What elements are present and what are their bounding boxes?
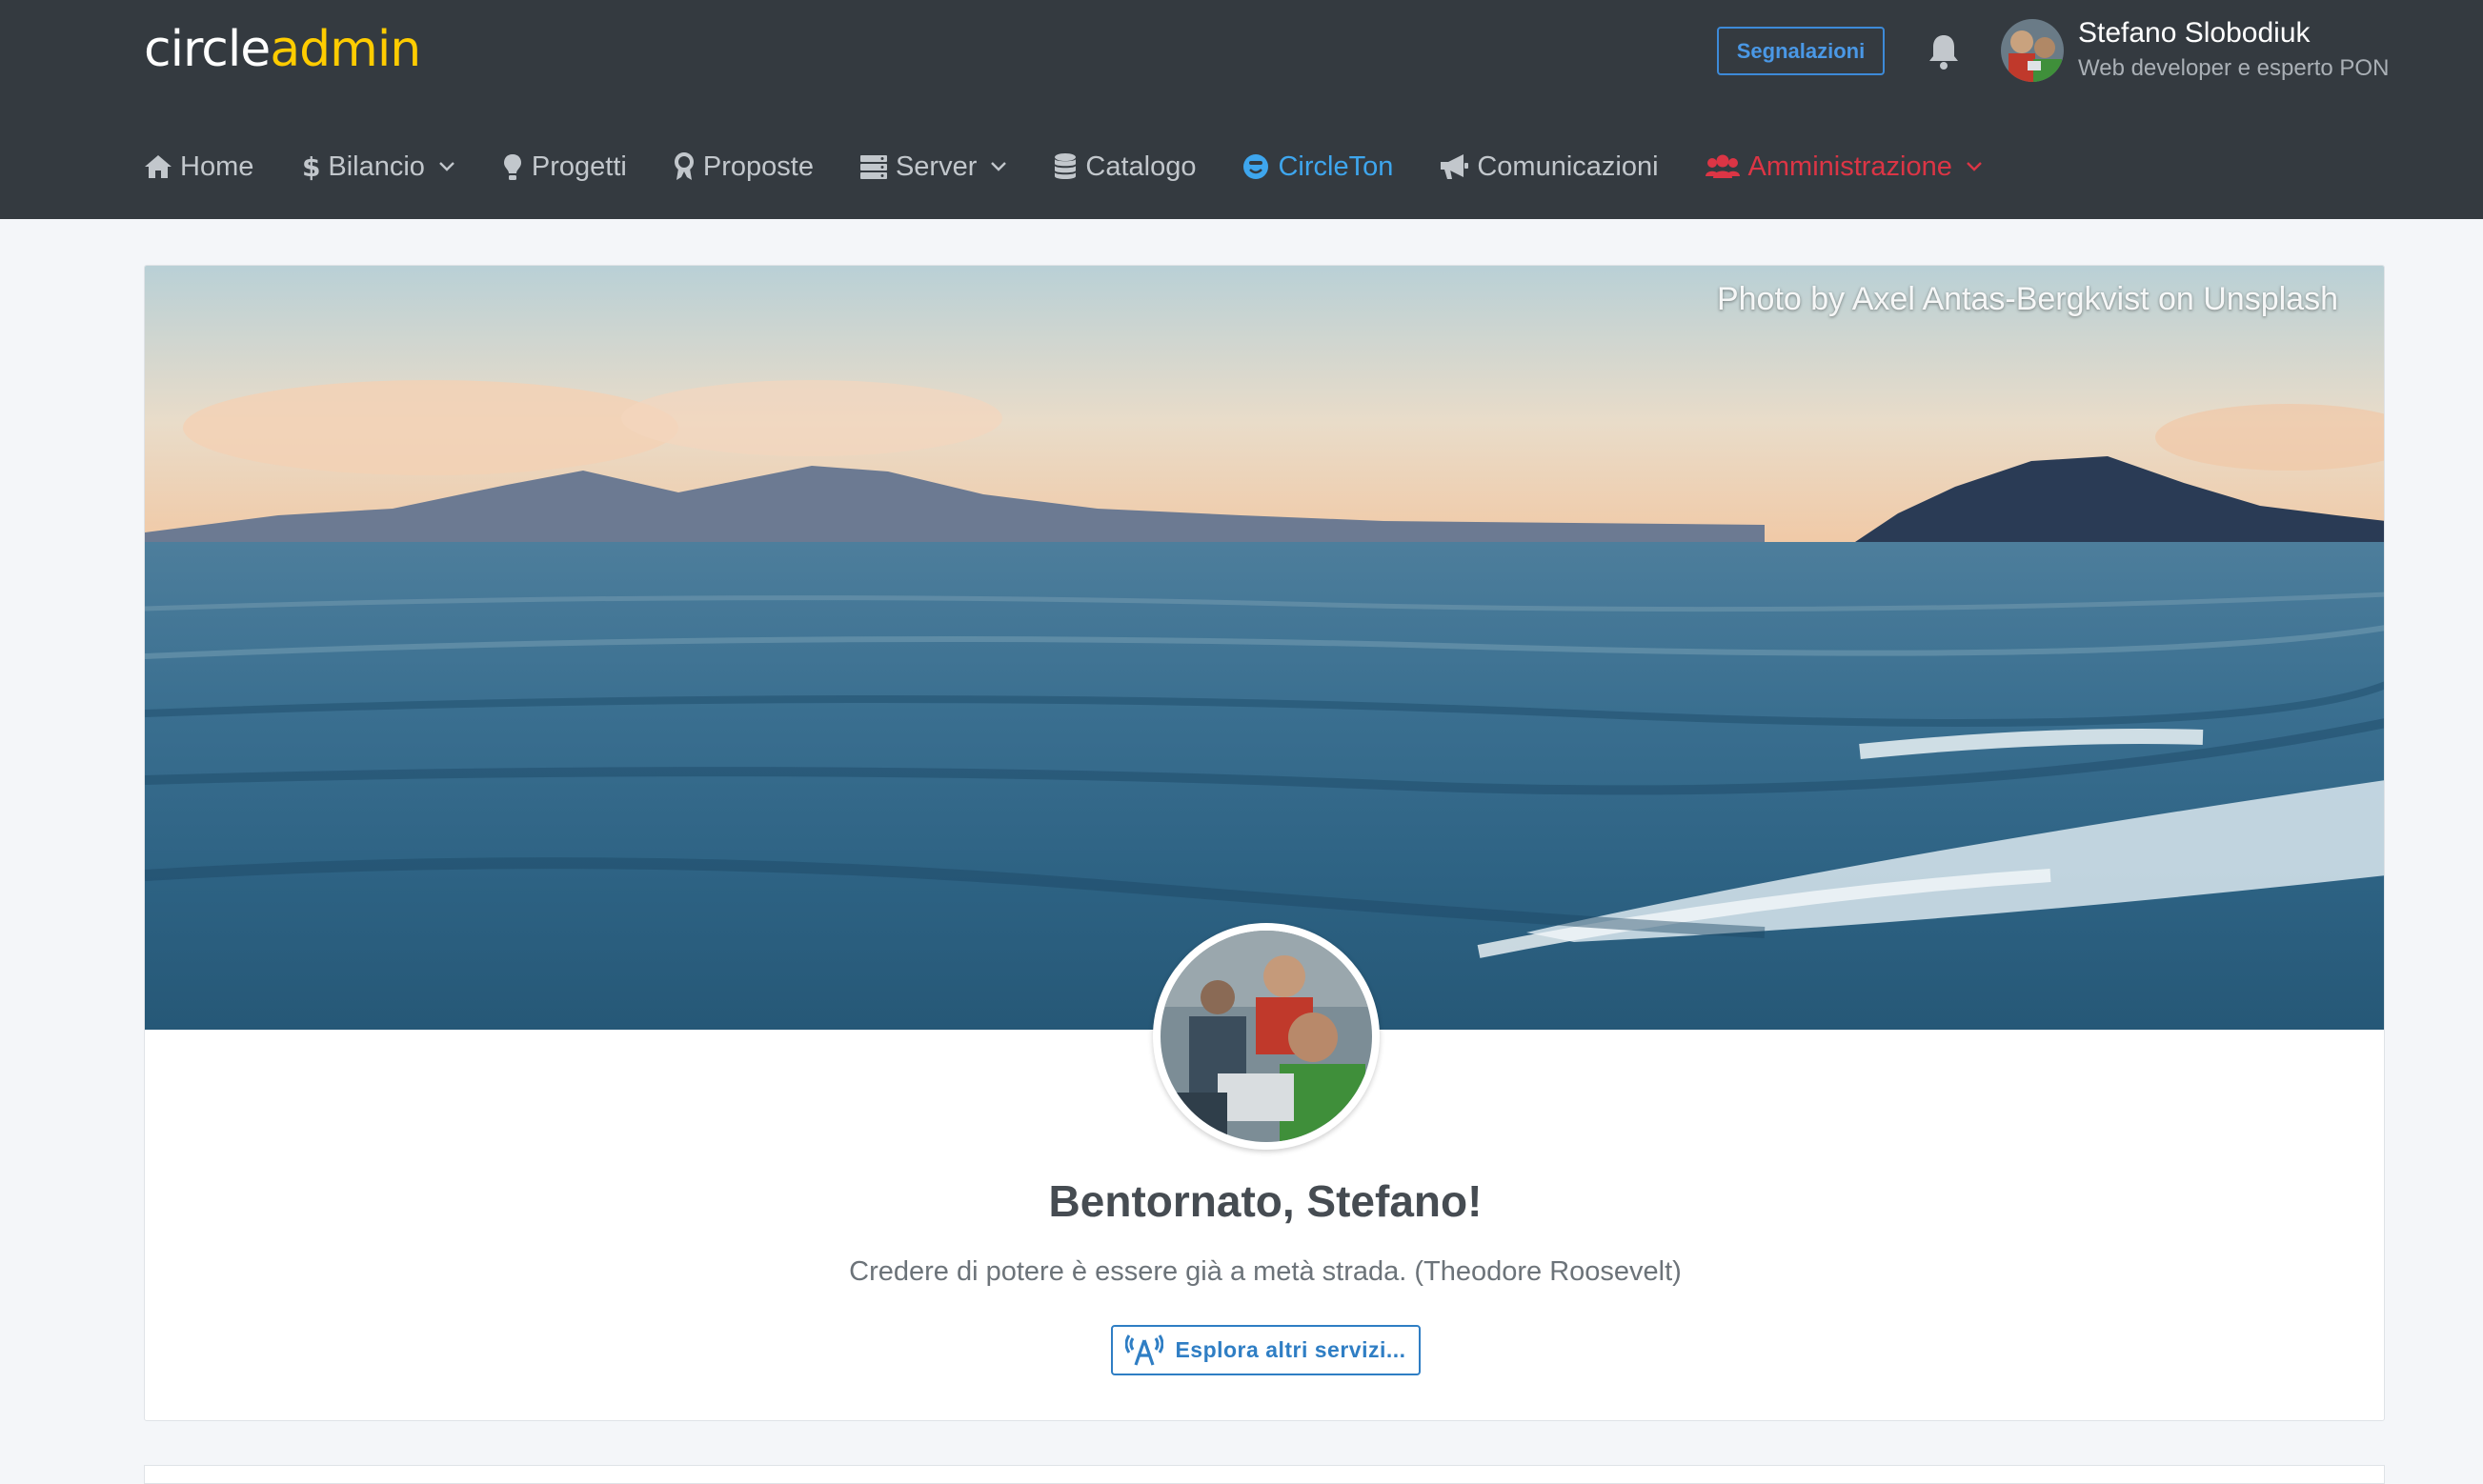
- smile-icon: [1243, 154, 1269, 179]
- brand-logo[interactable]: circleadmin: [144, 21, 421, 78]
- nav-circleton[interactable]: CircleTon: [1242, 151, 1393, 183]
- nav-server-label: Server: [895, 150, 978, 182]
- home-icon: [145, 155, 172, 178]
- nav-proposte-label: Proposte: [702, 150, 814, 182]
- nav-bilancio-label: Bilancio: [328, 150, 425, 182]
- megaphone-icon: [1441, 154, 1469, 179]
- award-icon: [674, 152, 694, 180]
- report-button[interactable]: Segnalazioni: [1717, 27, 1885, 75]
- nav-circleton-label: CircleTon: [1278, 150, 1394, 182]
- nav-amministrazione[interactable]: Amministrazione: [1705, 151, 1983, 183]
- user-avatar[interactable]: [2001, 19, 2064, 82]
- nav-bilancio[interactable]: $ Bilancio: [299, 151, 455, 183]
- explore-services-label: Esplora altri servizi...: [1175, 1337, 1406, 1362]
- nav-home-label: Home: [180, 150, 254, 182]
- nav-comunicazioni[interactable]: Comunicazioni: [1439, 150, 1659, 183]
- svg-text:$: $: [302, 151, 320, 182]
- nav-comunicazioni-label: Comunicazioni: [1477, 150, 1659, 182]
- broadcast-tower-icon: [1125, 1334, 1164, 1366]
- nav-home[interactable]: Home: [144, 151, 253, 183]
- database-icon: [1055, 153, 1077, 179]
- dollar-icon: $: [302, 151, 320, 182]
- nav-progetti-label: Progetti: [531, 150, 627, 182]
- nav-server[interactable]: Server: [859, 151, 1007, 183]
- hero-banner-image: Photo by Axel Antas-Bergkvist on Unsplas…: [145, 266, 2384, 1030]
- welcome-card: Photo by Axel Antas-Bergkvist on Unsplas…: [144, 265, 2385, 1421]
- explore-services-button[interactable]: Esplora altri servizi...: [1111, 1325, 1421, 1375]
- next-card: [144, 1465, 2385, 1484]
- profile-picture: [1153, 923, 1380, 1150]
- nav-amministrazione-label: Amministrazione: [1747, 150, 1952, 182]
- user-role: Web developer e esperto PON: [2078, 55, 2390, 81]
- nav-progetti[interactable]: Progetti: [501, 151, 627, 183]
- nav-proposte[interactable]: Proposte: [673, 151, 814, 183]
- lightbulb-icon: [503, 154, 521, 180]
- chevron-down-icon: [439, 162, 454, 171]
- welcome-title: Bentornato, Stefano!: [1048, 1176, 1483, 1226]
- notification-bell-icon[interactable]: [1927, 32, 1961, 70]
- welcome-quote: Credere di potere è essere già a metà st…: [849, 1256, 1682, 1287]
- user-name[interactable]: Stefano Slobodiuk: [2078, 17, 2311, 50]
- nav-catalogo[interactable]: Catalogo: [1053, 151, 1196, 183]
- chevron-down-icon: [991, 162, 1007, 171]
- chevron-down-icon: [1967, 162, 1982, 171]
- users-icon: [1705, 154, 1740, 178]
- photo-credit: Photo by Axel Antas-Bergkvist on Unsplas…: [1716, 281, 2338, 317]
- top-header: circleadmin Segnalazioni Stefano Slobodi…: [0, 0, 2483, 219]
- server-icon: [859, 155, 887, 179]
- main-navigation: Home $ Bilancio Progetti Proposte Server…: [144, 143, 2029, 191]
- nav-catalogo-label: Catalogo: [1085, 150, 1197, 182]
